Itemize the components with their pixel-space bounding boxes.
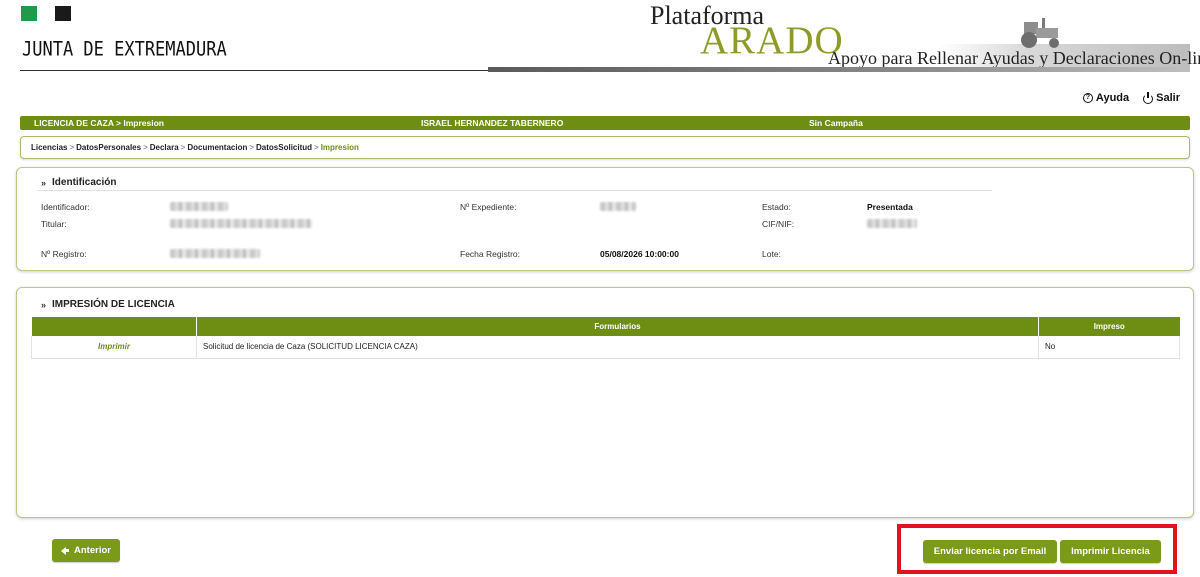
status-section: LICENCIA DE CAZA > Impresion [34, 118, 164, 128]
power-icon [1143, 92, 1154, 104]
registro-label: Nº Registro: [41, 249, 87, 259]
help-link[interactable]: ? Ayuda [1082, 92, 1130, 104]
fecha-registro-value: 05/08/2026 10:00:00 [600, 249, 679, 259]
breadcrumb-separator: > [314, 143, 319, 152]
estado-label: Estado: [762, 202, 791, 212]
imprimir-link[interactable]: Imprimir [98, 342, 130, 351]
titular-label: Titular: [41, 219, 67, 229]
expediente-value-redacted [600, 202, 636, 211]
exit-link-label: Salir [1156, 92, 1180, 104]
question-circle-icon: ? [1082, 93, 1093, 103]
help-link-label: Ayuda [1095, 92, 1130, 104]
column-header-action [31, 317, 197, 336]
print-license-button-label: Imprimir Licencia [1071, 546, 1150, 557]
exit-link[interactable]: Salir [1143, 92, 1180, 104]
flag-green-square [21, 6, 37, 21]
breadcrumb-item-impresion: Impresion [320, 143, 359, 152]
identificacion-title: Identificación [52, 177, 117, 188]
table-header-row: Formularios Impreso [31, 317, 1180, 336]
breadcrumb-separator: > [143, 143, 148, 152]
impresion-panel: » IMPRESIÓN DE LICENCIA Formularios Impr… [16, 287, 1194, 518]
form-name-cell: Solicitud de licencia de Caza (SOLICITUD… [196, 336, 1039, 359]
breadcrumb-item-datospersonales[interactable]: DatosPersonales [76, 143, 141, 152]
identificador-label: Identificador: [41, 202, 90, 212]
breadcrumb: Licencias > DatosPersonales > Declara > … [20, 136, 1190, 159]
breadcrumb-item-licencias[interactable]: Licencias [31, 143, 67, 152]
column-header-impreso: Impreso [1038, 317, 1180, 336]
arrow-left-icon [61, 546, 70, 555]
breadcrumb-item-declara[interactable]: Declara [150, 143, 179, 152]
expediente-label: Nº Expediente: [460, 202, 517, 212]
fecha-registro-label: Fecha Registro: [460, 249, 520, 259]
forms-table: Formularios Impreso Imprimir Solicitud d… [31, 317, 1180, 359]
flag-black-square [55, 6, 71, 21]
section-title: » Identificación [41, 177, 116, 188]
cif-label: CIF/NIF: [762, 219, 795, 229]
breadcrumb-separator: > [249, 143, 255, 152]
estado-value: Presentada [867, 202, 913, 212]
breadcrumb-item-documentacion[interactable]: Documentacion [187, 143, 247, 152]
titular-value-redacted [170, 219, 312, 228]
top-links: ? Ayuda Salir [1082, 92, 1180, 104]
lote-label: Lote: [762, 249, 781, 259]
send-email-button-label: Enviar licencia por Email [933, 546, 1047, 557]
arado-banner: Plataforma ARADO Apoyo para Rellenar Ayu… [488, 0, 1200, 72]
cif-value-redacted [867, 219, 917, 228]
section-divider [37, 190, 992, 191]
impresion-title: IMPRESIÓN DE LICENCIA [52, 299, 175, 310]
chevron-right-icon: » [41, 299, 47, 310]
platform-name: ARADO [700, 19, 844, 62]
printed-status-cell: No [1038, 336, 1180, 359]
column-header-formularios: Formularios [196, 317, 1039, 336]
status-user-name: ISRAEL HERNANDEZ TABERNERO [421, 118, 564, 128]
platform-tagline: Apoyo para Rellenar Ayudas y Declaracion… [828, 48, 1200, 68]
identificador-value-redacted [170, 202, 228, 211]
identificacion-panel: » Identificación Identificador: Titular:… [16, 167, 1194, 271]
table-row: Imprimir Solicitud de licencia de Caza (… [31, 336, 1180, 359]
section-title: » IMPRESIÓN DE LICENCIA [41, 299, 175, 310]
chevron-right-icon: » [41, 177, 47, 188]
government-name: JUNTA DE EXTREMADURA [22, 38, 227, 61]
tractor-icon [1021, 18, 1059, 48]
anterior-button[interactable]: Anterior [52, 539, 120, 562]
breadcrumb-separator: > [69, 143, 75, 152]
registro-value-redacted [170, 249, 260, 258]
print-cell: Imprimir [31, 336, 197, 359]
banner-bottom-bar [488, 67, 1190, 72]
header-divider [20, 70, 490, 71]
status-bar: LICENCIA DE CAZA > Impresion ISRAEL HERN… [20, 116, 1190, 130]
breadcrumb-separator: > [180, 143, 186, 152]
anterior-button-label: Anterior [74, 545, 111, 556]
breadcrumb-item-datossolicitud[interactable]: DatosSolicitud [256, 143, 312, 152]
send-email-button[interactable]: Enviar licencia por Email [923, 540, 1057, 563]
status-campaign: Sin Campaña [809, 118, 863, 128]
print-license-button[interactable]: Imprimir Licencia [1060, 540, 1161, 563]
